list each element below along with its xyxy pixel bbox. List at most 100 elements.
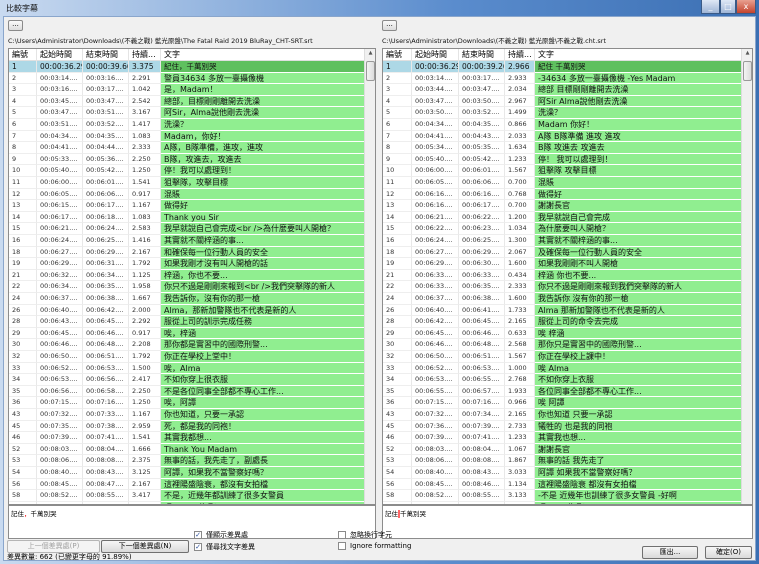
table-row[interactable]: 15 00:06:21.... 00:06:24.... 2.583 我早就說自己會完成…	[9, 223, 364, 235]
column-header-duration[interactable]: 持續...	[505, 49, 535, 61]
table-row[interactable]: 53 00:08:06.... 00:08:08.... 2.375 無事的話，我先走了…	[9, 455, 364, 467]
vertical-scrollbar[interactable]: ▲	[364, 49, 375, 504]
table-row[interactable]: 46 00:07:39.... 00:07:41.... 1.233 其實我也想...	[383, 432, 741, 444]
table-row[interactable]: 6 00:03:51.... 00:03:52.... 1.417 洗澡？	[9, 119, 364, 131]
table-row-selected[interactable]: 1 00:00:36.29 00:00:39.66 3.375 紀住，千萬別哭	[9, 61, 364, 73]
table-row[interactable]: 6000:08:58....00:08:59....1.125喂，Jade啦嘿？	[9, 501, 364, 504]
right-text-preview[interactable]: 記住 千萬別哭	[382, 505, 753, 539]
table-row[interactable]: 9 00:05:40.... 00:05:42.... 1.233 停！ 我可以處理到！	[383, 153, 741, 166]
table-row[interactable]: 35 00:06:55.... 00:06:57.... 1.933 各位同事全部都不專…	[383, 385, 741, 398]
left-subtitle-list[interactable]: 編號 起始時間 結束時間 持續... 文字 1 00:00:36.29 00:00:39.66…	[8, 48, 376, 505]
table-row[interactable]: 24 00:06:37.... 00:06:38.... 1.667 我告訴你，沒有你的…	[9, 293, 364, 305]
show-only-differences-checkbox[interactable]: ✓ 僅顯示差異處	[194, 530, 248, 540]
column-header-end-time[interactable]: 結束時間	[83, 49, 129, 61]
column-header-text[interactable]: 文字	[161, 49, 365, 61]
scroll-up-arrow-icon[interactable]: ▲	[365, 50, 375, 56]
ignore-newlines-checkbox[interactable]: 忽略換行字元	[338, 530, 392, 540]
table-row[interactable]: 58 00:08:52.... 00:08:55.... 3.417 不是，近幾年都訓練…	[9, 490, 364, 502]
table-row[interactable]: 4 00:03:47.... 00:03:50.... 2.967 阿Sir Alma說…	[383, 95, 741, 108]
table-row[interactable]: 56 00:08:45.... 00:08:47.... 2.167 這裡陽盛陰衰，都沒…	[9, 478, 364, 491]
table-row[interactable]: 53 00:08:06.... 00:08:08.... 1.867 無事的話 我先走了	[383, 455, 741, 467]
table-row[interactable]: 29 00:06:45.... 00:06:46.... 0.633 唉 梓涵	[383, 327, 741, 340]
table-row[interactable]: 13 00:06:15.... 00:06:17.... 1.167 做得好	[9, 200, 364, 212]
table-row[interactable]: 29 00:06:45.... 00:06:46.... 0.917 唉，梓涵	[9, 327, 364, 340]
table-row[interactable]: 30 00:06:46.... 00:06:48.... 2.208 那你都是實習中的國…	[9, 339, 364, 351]
table-row[interactable]: 14 00:06:21.... 00:06:22.... 1.200 我早就說自己會完成	[383, 211, 741, 224]
table-row[interactable]: 14 00:06:17.... 00:06:18.... 1.083 Thank you…	[9, 211, 364, 224]
table-row[interactable]: 54 00:08:40.... 00:08:43.... 3.125 阿譚，如果我不當警…	[9, 467, 364, 479]
table-row[interactable]: 15 00:06:22.... 00:06:23.... 1.034 為什麼要叫人開槍？	[383, 223, 741, 235]
table-row[interactable]: 7 00:04:41.... 00:04:43.... 2.033 A隊 B隊準備 進攻…	[383, 130, 741, 143]
table-row[interactable]: 10 00:06:00.... 00:06:01.... 1.567 狙擊隊 攻擊目標	[383, 165, 741, 177]
table-row[interactable]: 28 00:06:43.... 00:06:45.... 2.292 服從上司的訓示完成…	[9, 316, 364, 328]
table-row[interactable]: 32 00:06:50.... 00:06:51.... 1.567 你正在學校上課中！	[383, 351, 741, 363]
table-row[interactable]: 9 00:05:33.... 00:05:36.... 2.250 B隊，攻進去，攻進去	[9, 153, 364, 166]
table-row[interactable]: 3 00:03:44.... 00:03:47.... 2.034 總部 目標剛剛離開去…	[383, 84, 741, 96]
table-row[interactable]: 43 00:07:32.... 00:07:34.... 2.165 你也知道 只要一承…	[383, 409, 741, 421]
column-header-start-time[interactable]: 起始時間	[412, 49, 459, 61]
table-row[interactable]: 7 00:04:34.... 00:04:35.... 1.083 Madam，你好！	[9, 130, 364, 143]
browse-left-button[interactable]: ...	[8, 20, 23, 31]
table-row[interactable]: 45 00:07:36.... 00:07:39.... 2.733 犧牲的 也是我的同…	[383, 420, 741, 433]
column-header-number[interactable]: 編號	[9, 49, 37, 61]
table-row[interactable]: 22 00:06:33.... 00:06:35.... 2.333 你只不過是剛剛來報…	[383, 281, 741, 293]
column-header-number[interactable]: 編號	[383, 49, 412, 61]
table-row[interactable]: 19 00:06:29.... 00:06:30.... 1.600 如果我剛剛不叫人開…	[383, 258, 741, 270]
export-button[interactable]: 匯出...	[642, 546, 698, 559]
table-row[interactable]: 12 00:06:16.... 00:06:16.... 0.768 做得好	[383, 188, 741, 201]
table-row[interactable]: 5 00:03:50.... 00:03:52.... 1.499 洗澡？	[383, 107, 741, 119]
table-row[interactable]: 22 00:06:34.... 00:06:35.... 1.958 你只不過是剛剛來報…	[9, 281, 364, 293]
scrollbar-thumb[interactable]	[366, 61, 375, 81]
ok-button[interactable]: 確定(O)	[705, 546, 752, 559]
table-row[interactable]: 26 00:06:40.... 00:06:41.... 1.733 Alma 那新加警…	[383, 304, 741, 317]
ignore-formatting-checkbox[interactable]: Ignore formatting	[338, 542, 411, 550]
table-row[interactable]: 28 00:06:42.... 00:06:45.... 2.165 服從上司的命令去完…	[383, 316, 741, 328]
table-row[interactable]: 11 00:06:05.... 00:06:06.... 0.700 混賬	[383, 177, 741, 189]
table-row[interactable]: 35 00:06:56.... 00:06:58.... 2.250 不是各位同事全部都…	[9, 385, 364, 398]
table-row[interactable]: 6 00:04:34.... 00:04:35.... 0.866 Madam 你好！	[383, 119, 741, 131]
table-row[interactable]: 3 00:03:16.... 00:03:17.... 1.042 是，Madam！	[9, 84, 364, 96]
table-row[interactable]: 21 00:06:33.... 00:06:33.... 0.434 梓涵 你也不要..…	[383, 269, 741, 282]
table-row[interactable]: 33 00:06:52.... 00:06:53.... 1.500 唉，Alma	[9, 362, 364, 375]
table-row[interactable]: 45 00:07:35.... 00:07:38.... 2.959 死，都是我的同袍！	[9, 420, 364, 433]
table-row[interactable]: 34 00:06:53.... 00:06:55.... 2.768 不如你穿上衣服	[383, 374, 741, 386]
browse-right-button[interactable]: ...	[382, 20, 397, 31]
table-row[interactable]: 24 00:06:37.... 00:06:38.... 1.600 我告訴你 沒有你的…	[383, 293, 741, 305]
table-row[interactable]: 13 00:06:16.... 00:06:17.... 0.700 謝謝長官	[383, 200, 741, 212]
table-row[interactable]: 2 00:03:14.... 00:03:17.... 2.933 -34634 多放一…	[383, 72, 741, 85]
table-row[interactable]: 6000:08:58....00:08:59....0.000喂 Jade啦嘿？	[383, 501, 741, 504]
table-row[interactable]: 8 00:05:34.... 00:05:35.... 1.634 B隊 攻進去 攻進去	[383, 142, 741, 154]
table-row[interactable]: 26 00:06:40.... 00:06:42.... 2.000 Alma，那新加警…	[9, 304, 364, 317]
close-button[interactable]: x	[736, 0, 756, 14]
table-row[interactable]: 2 00:03:14.... 00:03:16.... 2.291 警員34634 多放…	[9, 72, 364, 85]
minimize-button[interactable]: _	[701, 0, 720, 14]
column-header-start-time[interactable]: 起始時間	[37, 49, 83, 61]
table-row[interactable]: 36 00:07:15.... 00:07:16.... 1.250 唉，阿譚	[9, 397, 364, 409]
table-row[interactable]: 46 00:07:39.... 00:07:41.... 1.541 其實我都想...	[9, 432, 364, 444]
table-row[interactable]: 34 00:06:53.... 00:06:56.... 2.417 不如你穿上很衣服	[9, 374, 364, 386]
column-header-duration[interactable]: 持續...	[129, 49, 161, 61]
table-row[interactable]: 33 00:06:52.... 00:06:53.... 1.000 唉 Alma	[383, 362, 741, 375]
table-row[interactable]: 18 00:06:27.... 00:06:29.... 2.167 和確保每一位行動人…	[9, 246, 364, 259]
column-header-end-time[interactable]: 結束時間	[459, 49, 505, 61]
table-row[interactable]: 10 00:05:40.... 00:05:42.... 1.250 停！我可以處理到！	[9, 165, 364, 177]
right-subtitle-list[interactable]: 編號 起始時間 結束時間 持續... 文字 1 00:00:36.29 00:00:39.26…	[382, 48, 753, 505]
table-row[interactable]: 21 00:06:32.... 00:06:34.... 1.125 梓涵，你也不要..…	[9, 269, 364, 282]
table-row[interactable]: 4 00:03:45.... 00:03:47.... 2.542 總部，目標剛剛離開去…	[9, 95, 364, 108]
left-text-preview[interactable]: 記住，千萬別哭	[8, 505, 376, 539]
only-text-differences-checkbox[interactable]: ✓ 僅尋找文字差異	[194, 542, 255, 552]
table-row[interactable]: 36 00:07:15.... 00:07:16.... 0.966 唉 阿譚	[383, 397, 741, 409]
table-row[interactable]: 58 00:08:52.... 00:08:55.... 3.133 -不是 近幾年也訓…	[383, 490, 741, 502]
table-row[interactable]: 43 00:07:32.... 00:07:33.... 1.167 你也知道，只要一承…	[9, 409, 364, 421]
table-row[interactable]: 56 00:08:45.... 00:08:46.... 1.134 這裡陽盛陰衰 都沒…	[383, 478, 741, 491]
table-row[interactable]: 30 00:06:46.... 00:06:48.... 2.568 那你只是實習中的國…	[383, 339, 741, 351]
vertical-scrollbar[interactable]: ▲	[741, 49, 752, 504]
table-row[interactable]: 18 00:06:27.... 00:06:29.... 2.067 及確保每一位行動人…	[383, 246, 741, 259]
table-row[interactable]: 5 00:03:47.... 00:03:51.... 3.167 阿Sir，Alma說…	[9, 107, 364, 119]
table-row[interactable]: 11 00:06:00.... 00:06:01.... 1.541 狙擊隊，攻擊目標	[9, 177, 364, 189]
table-row[interactable]: 12 00:06:05.... 00:06:06.... 0.917 混賬	[9, 188, 364, 201]
table-row[interactable]: 52 00:08:03.... 00:08:04.... 1.067 謝謝長官	[383, 443, 741, 456]
table-row[interactable]: 19 00:06:29.... 00:06:31.... 1.792 如果我剛才沒有叫人…	[9, 258, 364, 270]
scroll-up-arrow-icon[interactable]: ▲	[742, 50, 752, 56]
table-row[interactable]: 8 00:04:41.... 00:04:44.... 2.333 A隊，B隊準備，進攻…	[9, 142, 364, 154]
